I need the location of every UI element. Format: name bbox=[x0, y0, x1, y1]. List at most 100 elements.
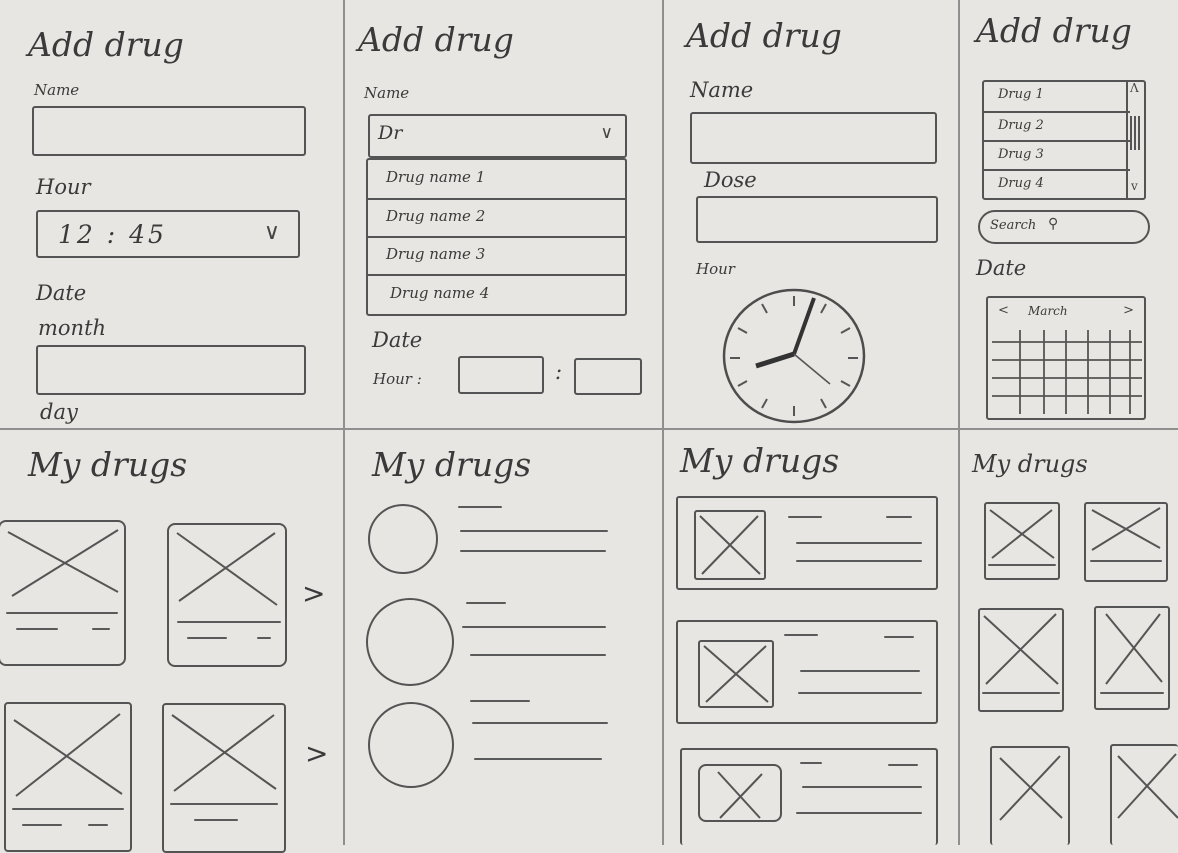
card-text-line bbox=[194, 819, 238, 821]
list-item[interactable] bbox=[366, 700, 616, 792]
card-divider bbox=[6, 612, 118, 614]
card-text-line bbox=[16, 628, 58, 630]
divider-vertical-1 bbox=[343, 0, 345, 845]
sketch4-list-item[interactable]: Drug 3 bbox=[984, 140, 1130, 169]
search-icon: ⚲ bbox=[1048, 216, 1059, 232]
sketch2-option-label: Drug name 1 bbox=[386, 168, 486, 186]
list-item-text-line bbox=[472, 722, 608, 724]
sketch4-calendar[interactable]: < March > bbox=[986, 296, 1146, 420]
divider-vertical-3 bbox=[958, 0, 960, 845]
sketch4-list-item[interactable]: Drug 2 bbox=[984, 111, 1130, 140]
sketch3-title: Add drug bbox=[686, 16, 842, 55]
sketch1-hour-label: Hour bbox=[36, 175, 91, 199]
divider-horizontal bbox=[0, 428, 1178, 430]
image-placeholder-icon bbox=[7, 529, 119, 597]
image-placeholder-icon bbox=[989, 509, 1055, 559]
chevron-left-icon[interactable]: < bbox=[998, 304, 1009, 317]
sketch4-title: Add drug bbox=[976, 11, 1132, 50]
drug-list-card[interactable] bbox=[676, 496, 938, 590]
drug-card[interactable] bbox=[162, 703, 286, 853]
card-text-line bbox=[88, 824, 108, 826]
drug-tile[interactable] bbox=[1110, 744, 1178, 845]
mydrugs1-next-icon[interactable]: > bbox=[305, 740, 328, 768]
drug-tile[interactable] bbox=[990, 746, 1070, 845]
drug-card[interactable] bbox=[0, 520, 126, 666]
card-divider bbox=[170, 803, 278, 805]
scroll-thumb[interactable] bbox=[1130, 116, 1142, 150]
tile-divider bbox=[988, 564, 1056, 566]
chevron-right-icon[interactable]: > bbox=[1123, 304, 1134, 317]
card-divider bbox=[177, 621, 281, 623]
sketch2-name-combobox[interactable]: Dr ∨ bbox=[368, 114, 627, 158]
mydrugs1-title: My drugs bbox=[28, 445, 188, 484]
list-item-text-line bbox=[474, 758, 602, 760]
sketch1-name-label: Name bbox=[34, 81, 80, 99]
card-title-line bbox=[788, 516, 822, 518]
list-item-text-line bbox=[470, 654, 606, 656]
drug-tile[interactable] bbox=[1094, 606, 1170, 710]
drug-card[interactable] bbox=[167, 523, 287, 667]
card-text-line bbox=[22, 824, 62, 826]
clock-icon[interactable] bbox=[722, 286, 872, 426]
card-text-line bbox=[92, 628, 110, 630]
sketch4-scrollbar[interactable]: Λ v bbox=[1126, 82, 1144, 198]
list-item-title-line bbox=[458, 506, 502, 508]
mydrugs3-title: My drugs bbox=[680, 441, 840, 480]
sketch-sheet: Add drug Name Hour 12 : 45 ∨ Date month … bbox=[0, 0, 1178, 853]
sketch4-date-label: Date bbox=[976, 256, 1027, 280]
sketch4-list-item-label: Drug 2 bbox=[998, 118, 1044, 133]
sketch2-hour-label: Hour : bbox=[373, 370, 422, 388]
drug-tile[interactable] bbox=[978, 608, 1064, 712]
sketch3-name-label: Name bbox=[690, 78, 754, 102]
drug-card[interactable] bbox=[4, 702, 132, 852]
card-text-line bbox=[800, 670, 920, 672]
sketch4-month-label: March bbox=[1028, 304, 1068, 318]
card-text-line bbox=[796, 812, 922, 814]
image-placeholder-icon bbox=[999, 755, 1063, 821]
avatar bbox=[368, 702, 454, 788]
sketch1-date-label: Date bbox=[36, 281, 87, 305]
sketch1-month-input[interactable] bbox=[36, 345, 306, 395]
sketch1-month-label: month bbox=[38, 316, 107, 340]
drug-tile[interactable] bbox=[1084, 502, 1168, 582]
list-item-title-line bbox=[466, 602, 506, 604]
mydrugs1-next-icon[interactable]: > bbox=[302, 580, 325, 608]
sketch2-option[interactable]: Drug name 3 bbox=[368, 236, 625, 274]
scroll-up-icon[interactable]: Λ bbox=[1130, 82, 1139, 94]
sketch2-option-label: Drug name 3 bbox=[386, 245, 486, 263]
image-placeholder-icon bbox=[717, 771, 763, 819]
sketch2-option[interactable]: Drug name 2 bbox=[368, 198, 625, 236]
image-placeholder-icon bbox=[13, 713, 123, 797]
sketch4-list-item[interactable]: Drug 4 bbox=[984, 169, 1130, 198]
sketch2-minute-input[interactable] bbox=[574, 358, 642, 395]
card-divider bbox=[12, 808, 124, 810]
image-placeholder-icon bbox=[983, 613, 1059, 685]
sketch1-name-input[interactable] bbox=[32, 106, 306, 156]
card-text-line bbox=[796, 560, 922, 562]
sketch3-dose-input[interactable] bbox=[696, 196, 938, 243]
list-item[interactable] bbox=[366, 598, 616, 688]
card-text-line bbox=[187, 637, 227, 639]
sketch4-list-item[interactable]: Drug 1 bbox=[984, 82, 1130, 111]
scroll-down-icon[interactable]: v bbox=[1131, 180, 1138, 192]
sketch2-option[interactable]: Drug name 1 bbox=[368, 160, 625, 198]
drug-list-card[interactable] bbox=[676, 620, 938, 724]
chevron-down-icon: ∨ bbox=[600, 123, 613, 143]
sketch1-hour-select[interactable]: 12 : 45 ∨ bbox=[36, 210, 300, 258]
sketch2-hour-input[interactable] bbox=[458, 356, 544, 394]
sketch4-list-item-label: Drug 3 bbox=[998, 147, 1044, 162]
calendar-grid[interactable] bbox=[992, 328, 1142, 414]
sketch3-name-input[interactable] bbox=[690, 112, 937, 164]
sketch4-search-button[interactable]: Search ⚲ bbox=[978, 210, 1150, 244]
sketch4-list-item-label: Drug 1 bbox=[998, 87, 1044, 102]
drug-tile[interactable] bbox=[984, 502, 1060, 580]
list-item-text-line bbox=[462, 626, 606, 628]
card-title-line bbox=[886, 516, 912, 518]
sketch4-drug-list: Drug 1 Drug 2 Drug 3 Drug 4 Λ v bbox=[982, 80, 1146, 200]
list-item[interactable] bbox=[366, 502, 616, 578]
drug-list-card[interactable] bbox=[680, 748, 938, 845]
tile-divider bbox=[1100, 692, 1164, 694]
card-title-line bbox=[784, 634, 818, 636]
sketch4-search-label: Search bbox=[990, 218, 1037, 233]
sketch2-option[interactable]: Drug name 4 bbox=[368, 274, 625, 314]
